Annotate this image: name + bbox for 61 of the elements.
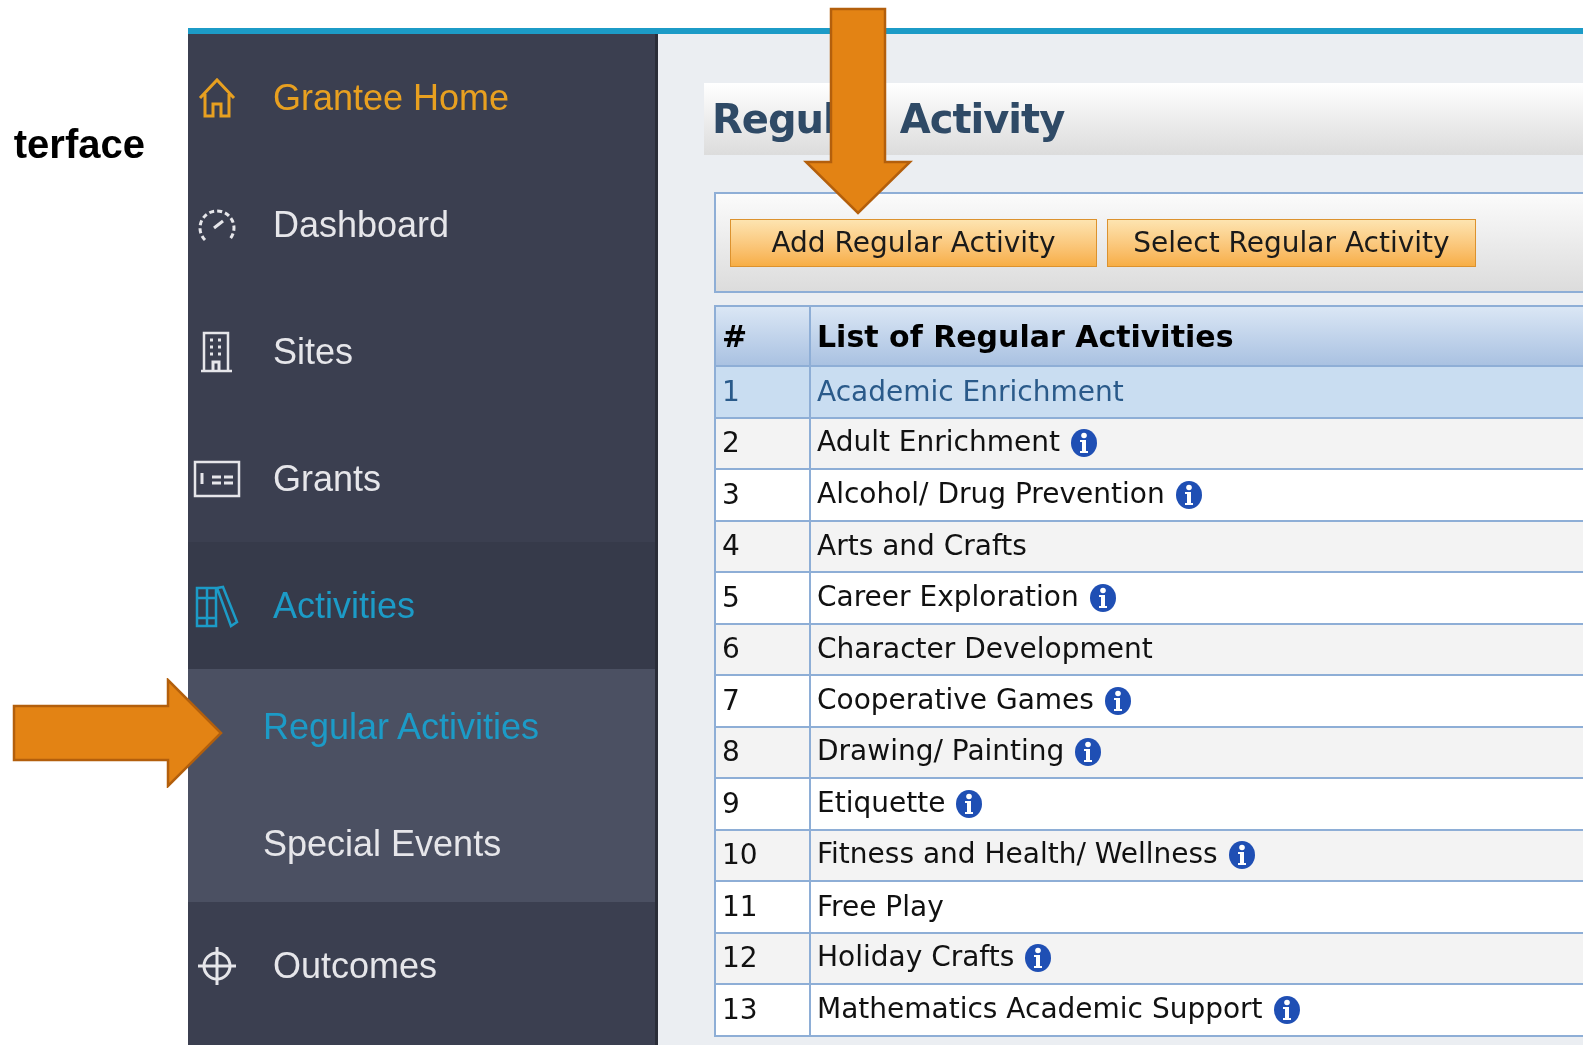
table-cell: 5 — [715, 572, 810, 624]
page-title: Regul — [712, 95, 836, 144]
table-cell: 1 — [715, 366, 810, 418]
column-header: # — [715, 306, 810, 366]
table-row[interactable]: 1 Academic Enrichment — [715, 366, 1583, 418]
info-icon[interactable] — [1088, 582, 1117, 613]
activity-name: Etiquette — [817, 785, 946, 819]
activity-name: Arts and Crafts — [817, 529, 1027, 563]
home-icon — [197, 75, 237, 120]
info-icon[interactable] — [1272, 994, 1301, 1025]
table-row[interactable]: 12 Holiday Crafts — [715, 932, 1583, 984]
crosshair-icon — [197, 944, 237, 987]
activity-name: Academic Enrichment — [817, 374, 1124, 408]
table-cell: 9 — [715, 778, 810, 830]
submenu-item[interactable]: Special Events — [263, 816, 502, 871]
money-card-icon — [193, 459, 241, 498]
table-row[interactable]: 9 Etiquette — [715, 778, 1583, 830]
slide-heading: terface — [13, 121, 145, 168]
table-cell: 7 — [715, 675, 810, 727]
table-cell: 3 — [715, 469, 810, 521]
table-cell: 11 — [715, 881, 810, 933]
sidebar-item[interactable]: Dashboard — [188, 161, 655, 288]
activity-name: Adult Enrichment — [817, 425, 1060, 459]
table-row[interactable]: 2 Adult Enrichment — [715, 417, 1583, 469]
sidebar-item[interactable]: Sites — [188, 288, 655, 415]
column-header: List of Regular Activities — [810, 306, 1583, 366]
building-icon — [200, 330, 234, 373]
sidebar-item[interactable]: Grants — [188, 415, 655, 542]
info-icon[interactable] — [1227, 840, 1256, 871]
table-row[interactable]: 13 Mathematics Academic Support — [715, 984, 1583, 1036]
activity-name: Holiday Crafts — [817, 940, 1015, 974]
info-icon[interactable] — [1103, 685, 1132, 716]
activity-name: Mathematics Academic Support — [817, 991, 1263, 1025]
activity-name: Career Exploration — [817, 579, 1079, 613]
info-icon[interactable] — [1174, 479, 1203, 510]
table-row[interactable]: 3 Alcohol/ Drug Prevention — [715, 469, 1583, 521]
sidebar-item[interactable]: Grantee Home — [188, 34, 655, 161]
activity-name: Free Play — [817, 889, 944, 923]
info-icon[interactable] — [1074, 737, 1103, 768]
activity-name: Drawing/ Painting — [817, 734, 1065, 768]
table-row[interactable]: 6 Character Development — [715, 623, 1583, 675]
table-row[interactable]: 8 Drawing/ Painting — [715, 726, 1583, 778]
activity-name: Character Development — [817, 632, 1153, 666]
sidebar-item[interactable]: Outcomes — [188, 902, 655, 1029]
info-icon[interactable] — [1024, 943, 1053, 974]
table-row[interactable]: 11 Free Play — [715, 881, 1583, 933]
activity-name: Alcohol/ Drug Prevention — [817, 476, 1165, 510]
action-button[interactable]: Select Regular Activity — [1107, 218, 1476, 267]
page-title: Activity — [899, 95, 1065, 144]
table-row[interactable]: 5 Career Exploration — [715, 572, 1583, 624]
table-cell: 13 — [715, 984, 810, 1036]
table-row[interactable]: 4 Arts and Crafts — [715, 520, 1583, 572]
action-button[interactable]: Add Regular Activity — [730, 218, 1097, 267]
activity-name: Fitness and Health/ Wellness — [817, 837, 1218, 871]
sidebar-item[interactable]: Activities — [188, 542, 655, 669]
table-row[interactable]: 7 Cooperative Games — [715, 675, 1583, 727]
info-icon[interactable] — [1069, 428, 1098, 459]
books-icon — [195, 583, 239, 628]
table-row[interactable]: 10 Fitness and Health/ Wellness — [715, 829, 1583, 881]
info-icon[interactable] — [955, 788, 984, 819]
activity-name: Cooperative Games — [817, 682, 1094, 716]
